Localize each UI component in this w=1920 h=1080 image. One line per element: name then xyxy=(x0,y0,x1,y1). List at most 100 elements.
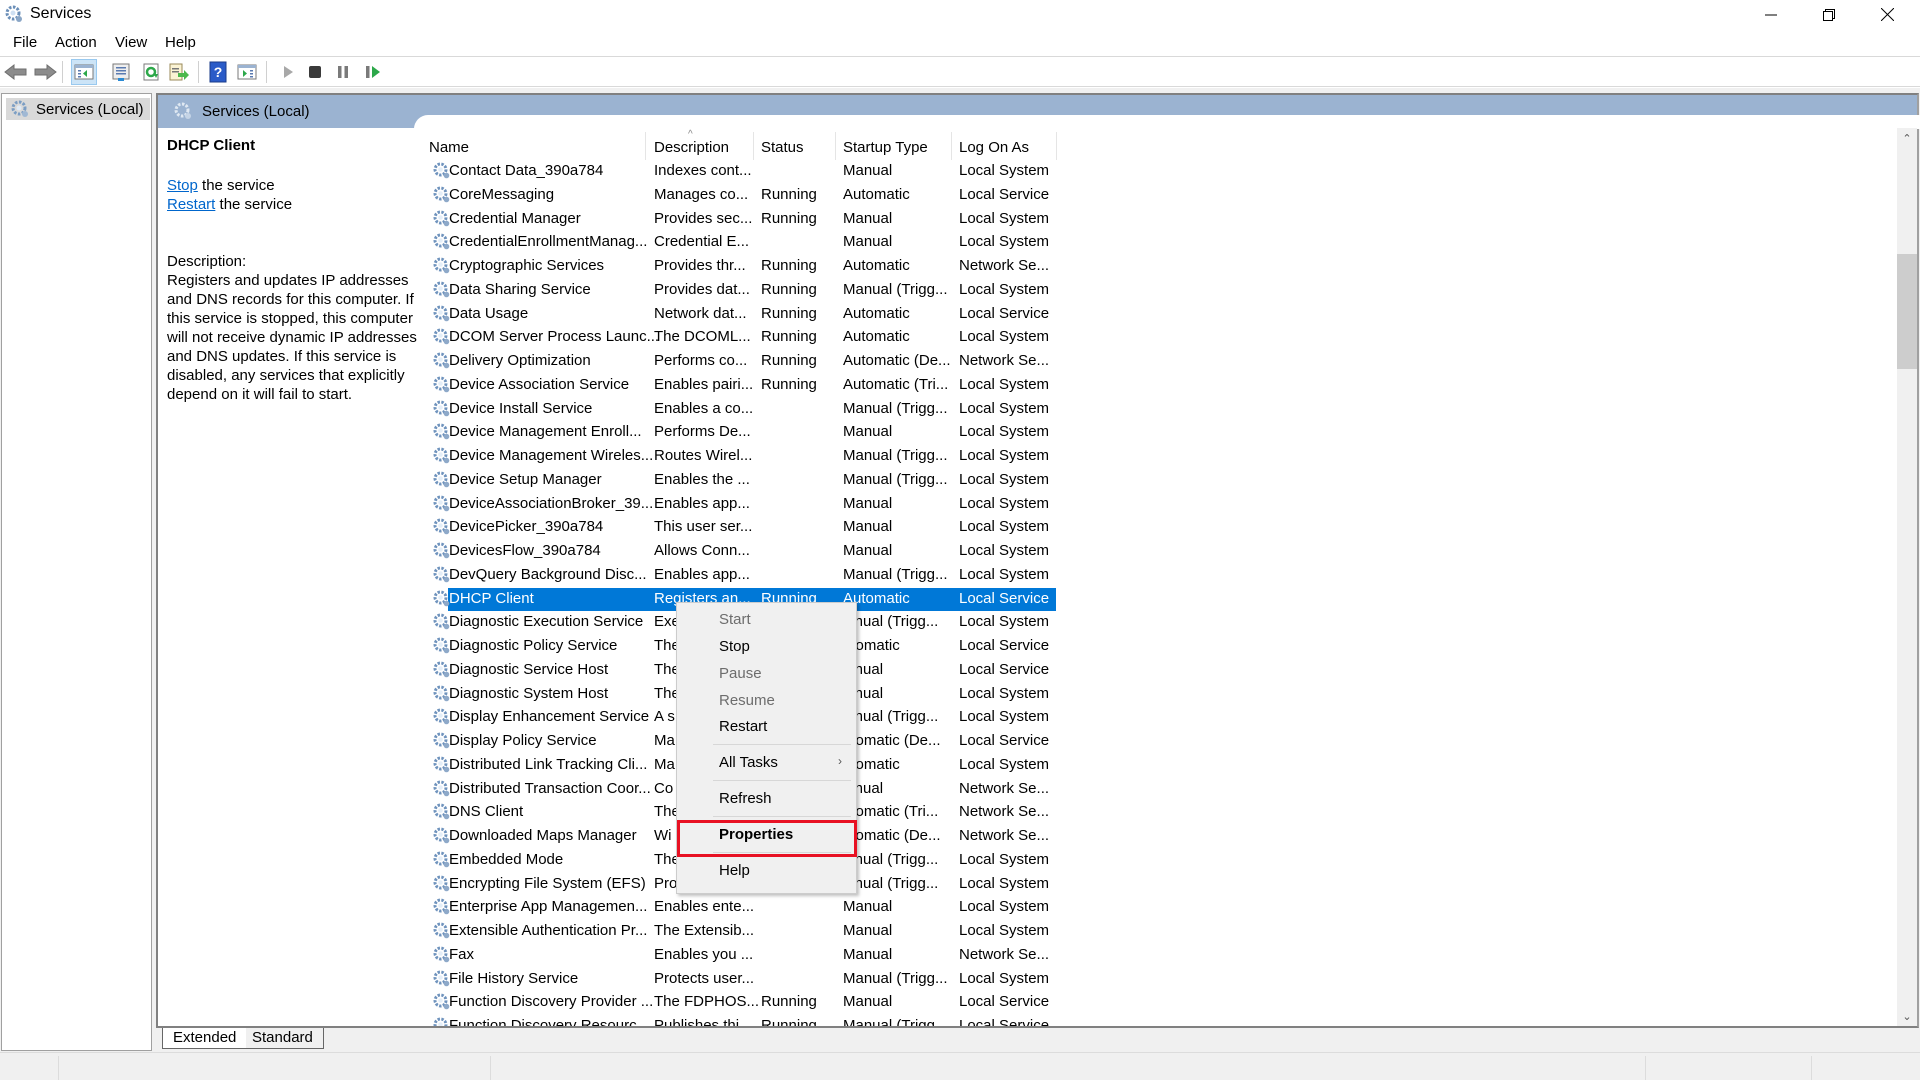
status-segment xyxy=(490,1056,491,1080)
show-hide-console-tree-button[interactable] xyxy=(71,59,97,85)
cell-description: Publishes thi... xyxy=(654,1017,752,1026)
restart-service-link[interactable]: Restart xyxy=(167,196,215,213)
start-service-button[interactable] xyxy=(275,59,301,85)
stop-service-button[interactable] xyxy=(302,59,328,85)
stop-icon xyxy=(309,66,321,78)
column-separator[interactable] xyxy=(835,132,836,160)
service-row[interactable]: Device Management Wireles... Routes Wirel… xyxy=(420,445,1049,468)
cell-log-on-as: Local System xyxy=(959,708,1050,726)
cell-status: Running xyxy=(761,304,817,322)
column-separator[interactable] xyxy=(951,132,952,160)
column-separator[interactable] xyxy=(753,132,754,160)
column-separator[interactable] xyxy=(645,132,646,160)
cell-startup-type: Manual (Trigg... xyxy=(843,399,948,417)
column-separator[interactable] xyxy=(1056,132,1057,160)
scroll-thumb[interactable] xyxy=(1897,254,1917,369)
status-segment xyxy=(1645,1056,1646,1080)
column-header-status[interactable]: Status xyxy=(761,139,804,156)
menu-item-restart[interactable]: Restart xyxy=(677,714,856,741)
properties-icon xyxy=(112,63,130,81)
column-header-startup-type[interactable]: Startup Type xyxy=(843,139,928,156)
tab-standard[interactable]: Standard xyxy=(242,1028,324,1049)
menu-item-stop[interactable]: Stop xyxy=(677,634,856,661)
cell-description: Enables a co... xyxy=(654,399,754,417)
refresh-icon xyxy=(143,63,159,81)
service-row[interactable]: Data Sharing Service Provides dat... Runni… xyxy=(420,279,1049,302)
show-hide-action-pane-button[interactable] xyxy=(234,59,260,85)
service-row[interactable]: Credential Manager Provides sec... Running… xyxy=(420,208,1049,231)
service-row[interactable]: CredentialEnrollmentManag... Credential E… xyxy=(420,231,1049,254)
service-row[interactable]: Function Discovery Provider ... The FDPHO… xyxy=(420,991,1049,1014)
service-row[interactable]: DevicePicker_390a784 This user ser... Manu… xyxy=(420,516,1049,539)
tree-item-label: Services (Local) xyxy=(36,100,144,118)
restart-service-button[interactable] xyxy=(360,59,386,85)
column-header-description[interactable]: Description xyxy=(654,139,729,156)
cell-description: A s xyxy=(654,708,675,726)
back-button[interactable] xyxy=(3,59,29,85)
menu-item-help[interactable]: Help xyxy=(677,858,856,885)
service-row[interactable]: DCOM Server Process Launc... The DCOML...… xyxy=(420,326,1049,349)
service-row[interactable]: Fax Enables you ... Manual Network Se... xyxy=(420,944,1049,967)
service-row[interactable]: Device Association Service Enables pairi.… xyxy=(420,374,1049,397)
help-button[interactable]: ? xyxy=(205,59,231,85)
cell-log-on-as: Local System xyxy=(959,613,1050,631)
scroll-down-button[interactable]: ⌄ xyxy=(1897,1006,1917,1026)
menu-item-start[interactable]: Start xyxy=(677,607,856,634)
menu-view[interactable]: View xyxy=(113,34,149,51)
menu-item-resume[interactable]: Resume xyxy=(677,688,856,715)
cell-name: Display Enhancement Service xyxy=(449,708,650,726)
title-bar: Services xyxy=(0,0,1920,29)
service-row[interactable]: Cryptographic Services Provides thr... Run… xyxy=(420,255,1049,278)
service-row[interactable]: Device Install Service Enables a co... Man… xyxy=(420,398,1049,421)
service-row[interactable]: Device Setup Manager Enables the ... Manua… xyxy=(420,469,1049,492)
scroll-up-button[interactable]: ⌃ xyxy=(1897,128,1917,148)
forward-button[interactable] xyxy=(32,59,58,85)
services-list: ^ Name Description Status Startup Type L… xyxy=(420,128,1896,1026)
service-row[interactable]: Enterprise App Managemen... Enables ente.… xyxy=(420,896,1049,919)
menu-item-pause[interactable]: Pause xyxy=(677,661,856,688)
menu-help[interactable]: Help xyxy=(163,34,198,51)
restore-button[interactable] xyxy=(1800,0,1858,29)
properties-button[interactable] xyxy=(108,59,134,85)
cell-log-on-as: Local System xyxy=(959,922,1050,939)
toolbar: ? xyxy=(0,57,1920,87)
cell-status: Running xyxy=(761,209,817,227)
export-list-button[interactable] xyxy=(166,59,192,85)
cell-name: Data Usage xyxy=(449,304,529,322)
service-row[interactable]: DevQuery Background Disc... Enables app..… xyxy=(420,564,1049,587)
service-row[interactable]: Extensible Authentication Pr... The Exten… xyxy=(420,920,1049,943)
vertical-scrollbar[interactable]: ⌃ ⌄ xyxy=(1897,128,1917,1026)
menu-file[interactable]: File xyxy=(11,34,39,51)
tab-extended[interactable]: Extended xyxy=(162,1028,247,1049)
service-row[interactable]: File History Service Protects user... Manu… xyxy=(420,968,1049,991)
service-row[interactable]: CoreMessaging Manages co... Running Automat… xyxy=(420,184,1049,207)
close-button[interactable] xyxy=(1858,0,1916,29)
header-notch xyxy=(414,115,1920,129)
cell-log-on-as: Local System xyxy=(959,233,1050,251)
menu-action[interactable]: Action xyxy=(53,34,99,51)
refresh-button[interactable] xyxy=(138,59,164,85)
cell-description: The Extensib... xyxy=(654,922,755,939)
cell-log-on-as: Local Service xyxy=(959,993,1050,1011)
service-row[interactable]: Delivery Optimization Performs co... Runni… xyxy=(420,350,1049,373)
cell-log-on-as: Network Se... xyxy=(959,945,1050,963)
service-row[interactable]: Contact Data_390a784 Indexes cont... Manua… xyxy=(420,160,1049,183)
stop-service-link[interactable]: Stop xyxy=(167,177,198,194)
column-header-name[interactable]: Name xyxy=(429,139,469,156)
service-row[interactable]: Data Usage Network dat... Running Automatic… xyxy=(420,303,1049,326)
pause-service-button[interactable] xyxy=(330,59,356,85)
menu-item-all-tasks[interactable]: All Tasks › xyxy=(677,750,856,777)
cell-log-on-as: Local System xyxy=(959,969,1050,987)
menu-item-refresh[interactable]: Refresh xyxy=(677,786,856,813)
close-icon xyxy=(1880,8,1894,21)
service-row[interactable]: Device Management Enroll... Performs De..… xyxy=(420,421,1049,444)
cell-description: Enables app... xyxy=(654,565,750,583)
cell-name: Device Install Service xyxy=(449,399,593,417)
tree-item-services-local[interactable]: Services (Local) xyxy=(6,98,150,120)
service-row[interactable]: Function Discovery Resourc... Publishes t… xyxy=(420,1015,1049,1026)
service-row[interactable]: DeviceAssociationBroker_39... Enables app… xyxy=(420,493,1049,516)
service-row[interactable]: DevicesFlow_390a784 Allows Conn... Manual L… xyxy=(420,540,1049,563)
column-header-log-on-as[interactable]: Log On As xyxy=(959,139,1029,156)
cell-status: Running xyxy=(761,352,817,369)
minimize-button[interactable] xyxy=(1742,0,1800,29)
